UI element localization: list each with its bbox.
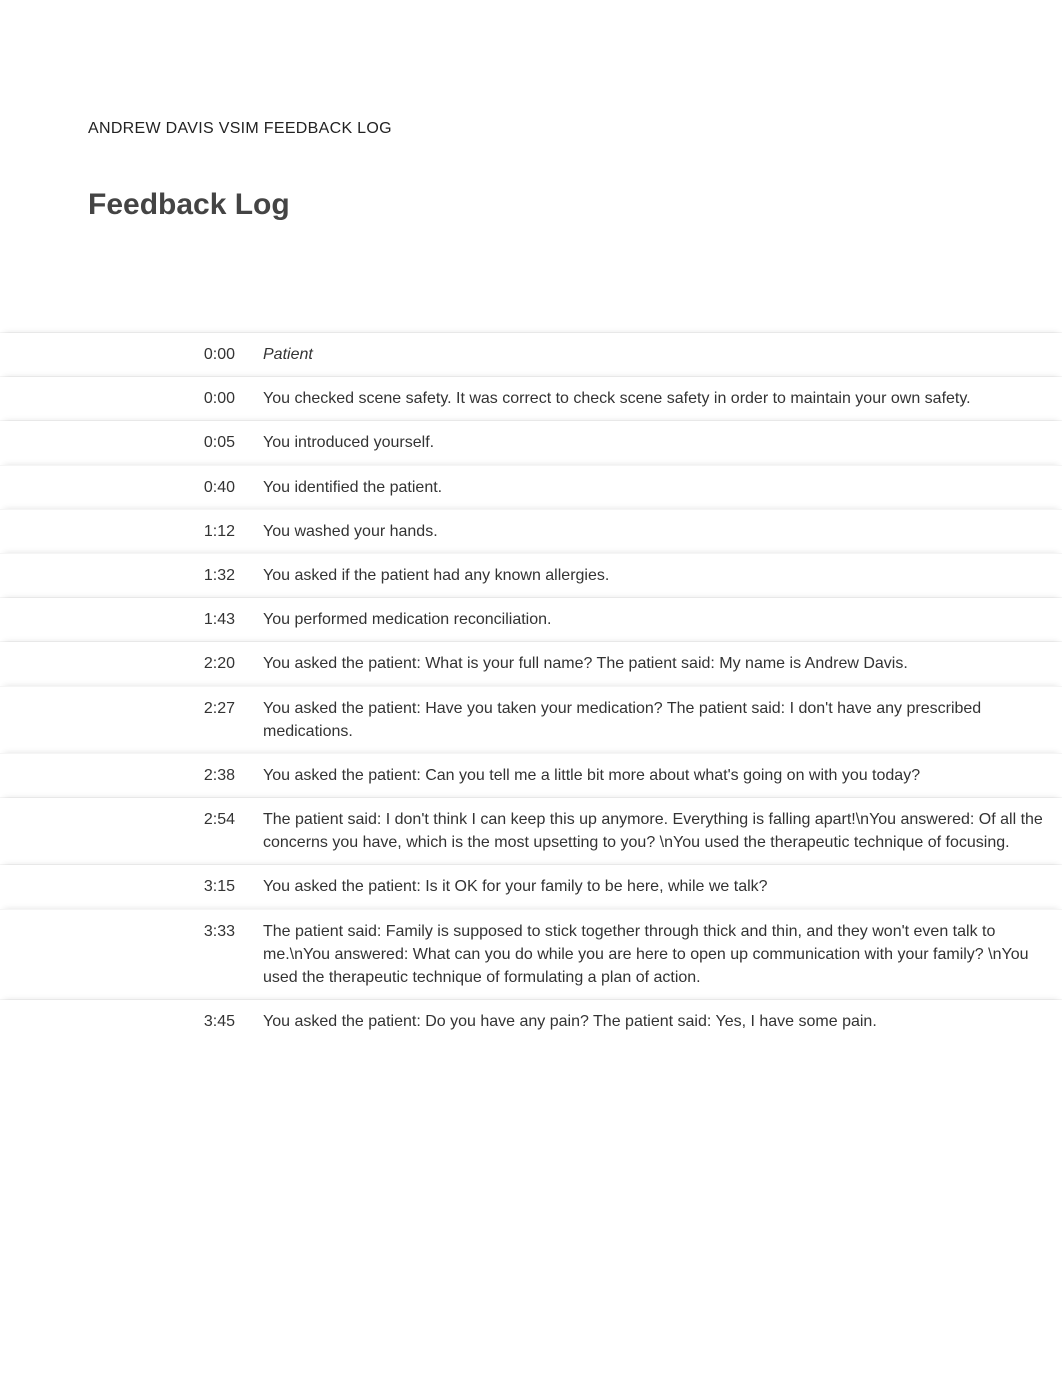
page-heading: Feedback Log [0,188,1062,332]
log-time: 2:38 [105,753,263,797]
log-time: 2:27 [105,686,263,753]
log-row: 1:12You washed your hands. [0,509,1062,553]
log-description: You asked the patient: What is your full… [263,642,1062,686]
log-row: 3:15You asked the patient: Is it OK for … [0,865,1062,909]
row-padding [0,865,105,909]
row-padding [0,421,105,465]
row-padding [0,465,105,509]
log-description: The patient said: I don't think I can ke… [263,798,1062,865]
log-time: 1:43 [105,598,263,642]
row-padding [0,798,105,865]
row-padding [0,553,105,597]
log-description: You identified the patient. [263,465,1062,509]
log-time: 0:00 [105,333,263,377]
log-time: 1:32 [105,553,263,597]
log-row: 3:45You asked the patient: Do you have a… [0,1000,1062,1044]
log-row: 2:38You asked the patient: Can you tell … [0,753,1062,797]
log-description: You introduced yourself. [263,421,1062,465]
row-padding [0,686,105,753]
feedback-log-table: 0:00Patient0:00You checked scene safety.… [0,332,1062,1043]
log-time: 0:05 [105,421,263,465]
row-padding [0,333,105,377]
log-description: You asked if the patient had any known a… [263,553,1062,597]
log-time: 3:33 [105,909,263,1000]
log-time: 1:12 [105,509,263,553]
log-row: 0:00Patient [0,333,1062,377]
log-description: Patient [263,333,1062,377]
log-row: 3:33The patient said: Family is supposed… [0,909,1062,1000]
document-title: ANDREW DAVIS VSIM FEEDBACK LOG [0,120,1062,188]
log-description: You asked the patient: Is it OK for your… [263,865,1062,909]
log-time: 2:54 [105,798,263,865]
log-description: You checked scene safety. It was correct… [263,377,1062,421]
log-description: You performed medication reconciliation. [263,598,1062,642]
log-description: You washed your hands. [263,509,1062,553]
log-description: The patient said: Family is supposed to … [263,909,1062,1000]
row-padding [0,642,105,686]
log-row: 1:32You asked if the patient had any kno… [0,553,1062,597]
log-time: 2:20 [105,642,263,686]
log-row: 2:54The patient said: I don't think I ca… [0,798,1062,865]
row-padding [0,1000,105,1044]
log-row: 0:05You introduced yourself. [0,421,1062,465]
row-padding [0,509,105,553]
log-time: 0:40 [105,465,263,509]
log-time: 3:45 [105,1000,263,1044]
document-page: ANDREW DAVIS VSIM FEEDBACK LOG Feedback … [0,0,1062,1123]
log-time: 3:15 [105,865,263,909]
row-padding [0,909,105,1000]
log-row: 0:40You identified the patient. [0,465,1062,509]
log-description: You asked the patient: Do you have any p… [263,1000,1062,1044]
row-padding [0,598,105,642]
row-padding [0,753,105,797]
log-row: 2:20You asked the patient: What is your … [0,642,1062,686]
log-row: 2:27You asked the patient: Have you take… [0,686,1062,753]
log-row: 0:00You checked scene safety. It was cor… [0,377,1062,421]
log-description: You asked the patient: Have you taken yo… [263,686,1062,753]
log-time: 0:00 [105,377,263,421]
row-padding [0,377,105,421]
log-row: 1:43You performed medication reconciliat… [0,598,1062,642]
log-description: You asked the patient: Can you tell me a… [263,753,1062,797]
